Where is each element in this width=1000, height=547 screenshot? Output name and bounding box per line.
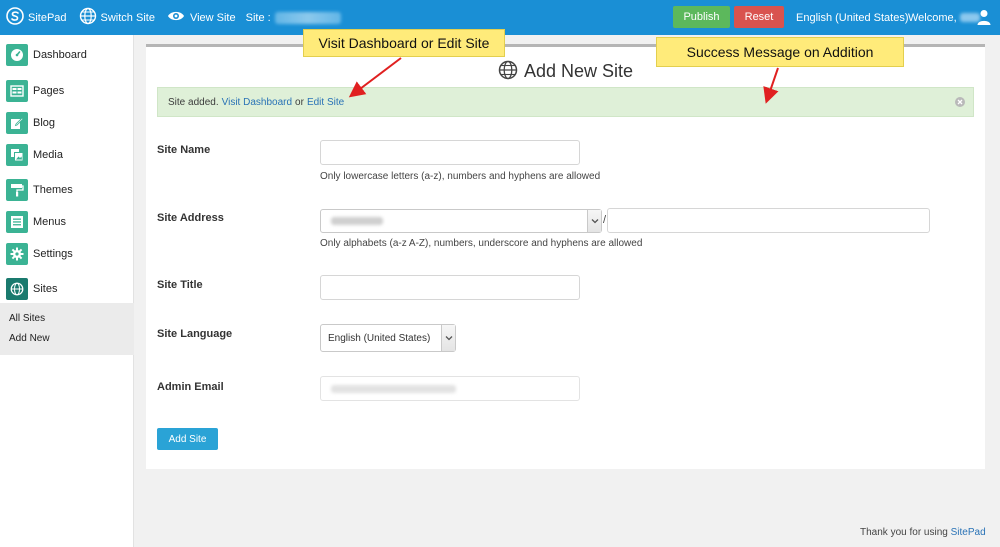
site-name-input[interactable] — [320, 140, 580, 165]
annotation-callout-dashboard: Visit Dashboard or Edit Site — [303, 29, 505, 57]
notice-text: Site added. — [168, 96, 219, 108]
sidebar-item-label: Dashboard — [33, 49, 87, 61]
site-address-label: Site Address — [157, 212, 224, 224]
chevron-down-icon — [587, 210, 601, 232]
pages-icon — [6, 80, 28, 102]
sidebar-item-dashboard[interactable]: Dashboard — [0, 39, 134, 71]
sidebar-item-label: Media — [33, 149, 63, 161]
chevron-down-icon — [441, 325, 455, 351]
eye-icon — [167, 9, 185, 26]
sidebar-item-media[interactable]: Media — [0, 139, 134, 171]
close-icon[interactable] — [955, 97, 965, 107]
welcome-text: Welcome, — [908, 0, 980, 35]
sidebar-item-blog[interactable]: Blog — [0, 107, 134, 139]
blog-edit-icon — [6, 112, 28, 134]
sidebar-item-label: Settings — [33, 248, 73, 260]
sidebar-item-label: Blog — [33, 117, 56, 129]
site-address-hint: Only alphabets (a-z A-Z), numbers, under… — [320, 238, 643, 249]
footer-sitepad-link[interactable]: SitePad — [951, 527, 986, 538]
sidebar-item-pages[interactable]: Pages — [0, 75, 134, 107]
success-notice: Site added. Visit Dashboard or Edit Site — [157, 87, 974, 117]
user-icon[interactable] — [976, 9, 992, 25]
site-url-redacted — [274, 11, 341, 24]
sidebar-item-label: Themes — [33, 184, 73, 196]
submenu-item-add-new[interactable]: Add New — [9, 333, 50, 344]
page-title-text: Add New Site — [523, 61, 634, 81]
site-title-label: Site Title — [157, 279, 203, 291]
site-name-label: Site Name — [157, 144, 211, 156]
site-language-label: Site Language — [157, 328, 233, 340]
edit-site-link[interactable]: Edit Site — [307, 97, 344, 108]
admin-email-input[interactable] — [320, 376, 580, 401]
site-label: Site : — [245, 11, 271, 24]
site-name-hint: Only lowercase letters (a-z), numbers an… — [320, 171, 601, 182]
footer-text: Thank you for using — [860, 527, 948, 538]
paint-roller-icon — [6, 179, 28, 201]
sidebar-item-menus[interactable]: Menus — [0, 206, 134, 238]
globe-icon — [498, 60, 518, 83]
language-selector[interactable]: English (United States) — [796, 0, 909, 35]
site-language-value: English (United States) — [328, 332, 431, 344]
sidebar-item-label: Sites — [33, 283, 58, 295]
menu-list-icon — [6, 211, 28, 233]
publish-button[interactable]: Publish — [673, 6, 730, 28]
view-site-label: View Site — [189, 11, 236, 24]
brand-label: SitePad — [28, 11, 67, 24]
sites-submenu: All Sites Add New — [0, 303, 134, 355]
admin-email-label: Admin Email — [157, 381, 224, 393]
media-icon — [6, 144, 28, 166]
view-site-link[interactable]: View Site — [167, 0, 236, 35]
add-site-panel: Add New Site Site added. Visit Dashboard… — [146, 44, 985, 469]
sidebar-item-label: Menus — [33, 216, 67, 228]
annotation-callout-success: Success Message on Addition — [656, 37, 904, 67]
switch-site-label: Switch Site — [100, 11, 155, 24]
site-title-input[interactable] — [320, 275, 580, 300]
sidebar-item-sites[interactable]: Sites — [0, 273, 134, 305]
globe-icon — [6, 278, 28, 300]
reset-button[interactable]: Reset — [734, 6, 784, 28]
dashboard-icon — [6, 44, 28, 66]
site-language-select[interactable]: English (United States) — [320, 324, 456, 352]
site-address-domain-select[interactable] — [320, 209, 602, 233]
site-address-path-input[interactable] — [607, 208, 930, 233]
visit-dashboard-link[interactable]: Visit Dashboard — [222, 97, 292, 108]
gear-icon — [6, 243, 28, 265]
welcome-label: Welcome, — [908, 11, 957, 24]
notice-separator: or — [295, 96, 304, 108]
sidebar-item-themes[interactable]: Themes — [0, 174, 134, 206]
globe-icon — [79, 7, 97, 28]
address-separator: / — [603, 214, 607, 226]
sidebar: Dashboard Pages Blog Media Themes Menus — [0, 35, 134, 547]
admin-email-redacted — [331, 384, 456, 393]
add-site-button[interactable]: Add Site — [157, 428, 218, 450]
sitepad-logo-icon — [6, 7, 24, 28]
footer: Thank you for using SitePad — [860, 527, 986, 538]
submenu-item-all-sites[interactable]: All Sites — [9, 313, 45, 324]
switch-site-link[interactable]: Switch Site — [79, 0, 155, 35]
sidebar-item-settings[interactable]: Settings — [0, 238, 134, 270]
brand-link[interactable]: SitePad — [6, 0, 67, 35]
domain-value-redacted — [331, 217, 383, 225]
sidebar-item-label: Pages — [33, 85, 65, 97]
